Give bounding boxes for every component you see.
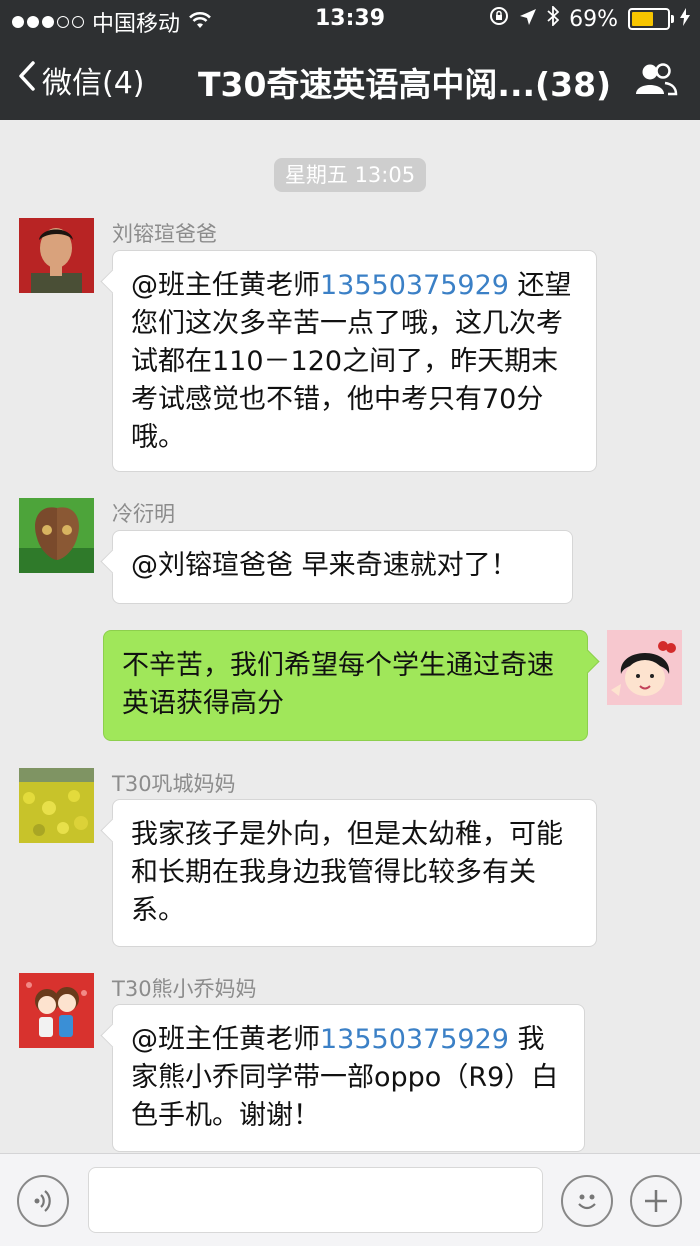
message-text: 我家孩子是外向，但是太幼稚，可能和长期在我身边我管得比较多有关系。 (131, 819, 563, 926)
voice-icon[interactable] (17, 1175, 69, 1227)
chevron-left-icon (18, 60, 36, 100)
my-avatar[interactable] (607, 630, 682, 705)
rotation-lock-icon (489, 6, 509, 32)
sender-name: T30巩城妈妈 (112, 772, 236, 796)
avatar[interactable] (19, 498, 94, 573)
bluetooth-icon (547, 4, 560, 32)
message-bubble[interactable]: @班主任黄老师13550375929 还望您们这次多辛苦一点了哦，这几次考试都在… (100, 250, 597, 472)
location-icon (519, 7, 537, 32)
mention[interactable]: @班主任黄老师 (131, 270, 320, 301)
status-bar: 中国移动 13:39 69% (0, 0, 700, 40)
group-members-icon[interactable] (634, 62, 678, 100)
sender-name: T30熊小乔妈妈 (112, 977, 257, 1001)
battery-percent: 69% (569, 6, 618, 32)
chat-title: T30奇速英语高中阅...(38) (198, 65, 612, 104)
time-separator: 星期五 13:05 (274, 158, 426, 192)
battery-icon (628, 8, 674, 30)
avatar[interactable] (19, 973, 94, 1048)
phone-link[interactable]: 13550375929 (320, 1024, 509, 1055)
avatar[interactable] (19, 218, 94, 293)
avatar[interactable] (19, 768, 94, 843)
message-text: @刘镕瑄爸爸 早来奇速就对了！ (131, 550, 518, 581)
chat-area[interactable]: 星期五 13:05 刘镕瑄爸爸 @班主任黄老师13550375929 还望您们这… (0, 120, 700, 1153)
input-bar (0, 1153, 700, 1246)
emoji-icon[interactable] (561, 1175, 613, 1227)
back-label: 微信(4) (42, 66, 145, 101)
sender-name: 刘镕瑄爸爸 (112, 222, 217, 246)
phone-link[interactable]: 13550375929 (320, 270, 509, 301)
status-right: 69% (489, 4, 690, 32)
charging-icon (680, 7, 690, 32)
message-bubble[interactable]: @刘镕瑄爸爸 早来奇速就对了！ (100, 530, 573, 604)
message-input[interactable] (88, 1167, 543, 1233)
mention[interactable]: @班主任黄老师 (131, 1024, 320, 1055)
message-text: 不辛苦，我们希望每个学生通过奇速英语获得高分 (122, 650, 554, 719)
plus-icon[interactable] (630, 1175, 682, 1227)
my-message-bubble[interactable]: 不辛苦，我们希望每个学生通过奇速英语获得高分 (103, 630, 600, 741)
sender-name: 冷衍明 (112, 502, 175, 526)
battery-fill (632, 12, 653, 26)
navigation-bar: 微信(4) T30奇速英语高中阅...(38) (0, 40, 700, 120)
back-button[interactable]: 微信(4) (18, 58, 145, 102)
message-bubble[interactable]: 我家孩子是外向，但是太幼稚，可能和长期在我身边我管得比较多有关系。 (100, 799, 597, 947)
message-bubble[interactable]: @班主任黄老师13550375929 我家熊小乔同学带一部oppo（R9）白色手… (100, 1004, 585, 1152)
